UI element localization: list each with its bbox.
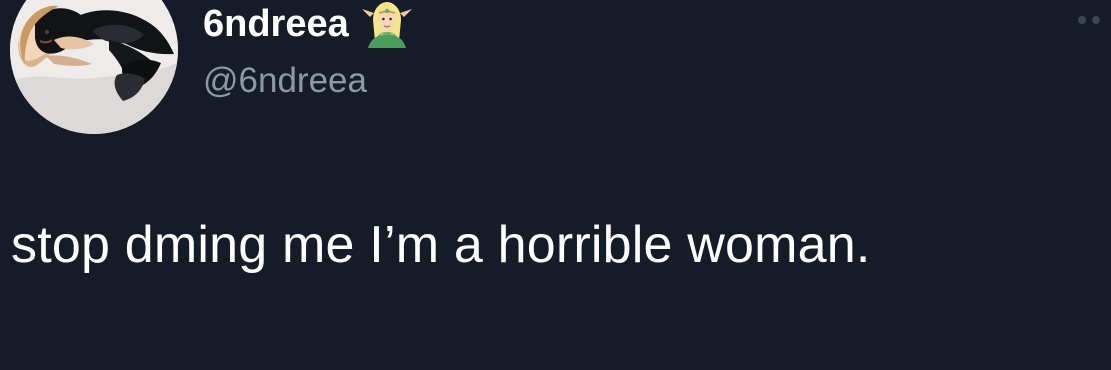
tweet-card: 6ndreea @6ndreea stop dming me I’m a hor… bbox=[0, 0, 1111, 370]
display-name-row: 6ndreea bbox=[203, 2, 413, 48]
elf-woman-icon bbox=[361, 2, 412, 48]
tweet-text: stop dming me I’m a horrible woman. bbox=[11, 216, 871, 274]
more-options-dot-icon bbox=[1092, 16, 1100, 24]
more-options-dot-icon bbox=[1078, 16, 1086, 24]
user-handle[interactable]: @6ndreea bbox=[203, 60, 367, 102]
display-name[interactable]: 6ndreea bbox=[203, 3, 349, 45]
avatar[interactable] bbox=[10, 0, 178, 134]
avatar-photo-icon bbox=[10, 0, 178, 134]
more-options-button[interactable] bbox=[1074, 10, 1104, 30]
